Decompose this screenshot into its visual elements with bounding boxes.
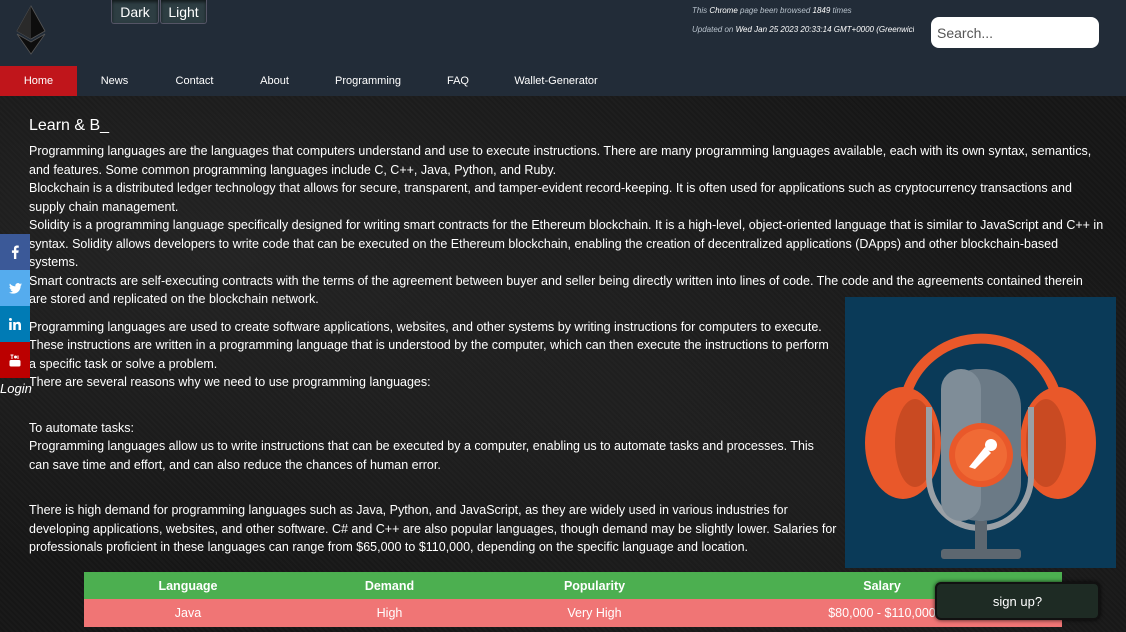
nav-about[interactable]: About xyxy=(237,66,312,96)
browse-prefix: This xyxy=(692,6,710,15)
facebook-button[interactable] xyxy=(0,234,30,270)
linkedin-button[interactable] xyxy=(0,306,30,342)
browse-suffix: times xyxy=(830,6,852,15)
updated-timestamp: Updated on Wed Jan 25 2023 20:33:14 GMT+… xyxy=(692,25,914,34)
paragraph-reasons: There are several reasons why we need to… xyxy=(29,375,431,389)
browse-count: 1849 xyxy=(812,6,831,15)
cell-demand: High xyxy=(292,599,487,627)
paragraph-demand: There is high demand for programming lan… xyxy=(29,503,837,554)
search-input[interactable] xyxy=(931,17,1099,48)
table-row: Java High Very High $80,000 - $110,000 xyxy=(84,599,1062,627)
updated-prefix: Updated on xyxy=(692,25,736,34)
youtube-button[interactable] xyxy=(0,342,30,378)
light-theme-button[interactable]: Light xyxy=(160,0,207,24)
table-header-row: Language Demand Popularity Salary xyxy=(84,572,1062,599)
podcast-microphone-image xyxy=(845,297,1116,568)
dark-theme-button[interactable]: Dark xyxy=(111,0,159,24)
nav-wallet-generator[interactable]: Wallet-Generator xyxy=(492,66,620,96)
language-table: Language Demand Popularity Salary Java H… xyxy=(84,572,1062,627)
cell-popularity: Very High xyxy=(487,599,702,627)
nav-contact[interactable]: Contact xyxy=(152,66,237,96)
paragraph-blockchain: Blockchain is a distributed ledger techn… xyxy=(29,181,1072,214)
facebook-icon xyxy=(11,245,19,259)
browser-name: Chrome xyxy=(709,6,738,15)
youtube-icon xyxy=(9,354,21,366)
browse-counter: This Chrome page been browsed 1849 times xyxy=(692,6,852,15)
twitter-icon xyxy=(8,282,22,294)
paragraph-uses: Programming languages are used to create… xyxy=(29,319,822,334)
nav-programming[interactable]: Programming xyxy=(312,66,424,96)
nav-faq[interactable]: FAQ xyxy=(424,66,492,96)
browse-middle: page been browsed xyxy=(737,6,813,15)
paragraph-programming-languages: Programming languages are the languages … xyxy=(29,144,1092,177)
col-demand: Demand xyxy=(292,572,487,599)
login-link[interactable]: Login xyxy=(0,381,32,396)
cell-language: Java xyxy=(84,599,292,627)
paragraph-solidity: Solidity is a programming language speci… xyxy=(29,218,1104,269)
updated-value: Wed Jan 25 2023 20:33:14 GMT+0000 (Green… xyxy=(735,25,914,34)
paragraph-instructions: These instructions are written in a prog… xyxy=(29,338,829,371)
paragraph-automate-heading: To automate tasks: xyxy=(29,420,134,435)
main-nav: Home News Contact About Programming FAQ … xyxy=(0,66,1126,96)
headphones-microphone-icon xyxy=(865,333,1096,559)
nav-home[interactable]: Home xyxy=(0,66,77,96)
col-popularity: Popularity xyxy=(487,572,702,599)
paragraph-automate: Programming languages allow us to write … xyxy=(29,439,814,472)
col-language: Language xyxy=(84,572,292,599)
twitter-button[interactable] xyxy=(0,270,30,306)
signup-button[interactable]: sign up? xyxy=(935,582,1100,620)
ethereum-logo-icon[interactable] xyxy=(14,4,48,56)
header: Dark Light This Chrome page been browsed… xyxy=(0,0,1126,66)
page-title: Learn & B_ xyxy=(29,117,110,134)
nav-news[interactable]: News xyxy=(77,66,152,96)
linkedin-icon xyxy=(9,318,21,330)
